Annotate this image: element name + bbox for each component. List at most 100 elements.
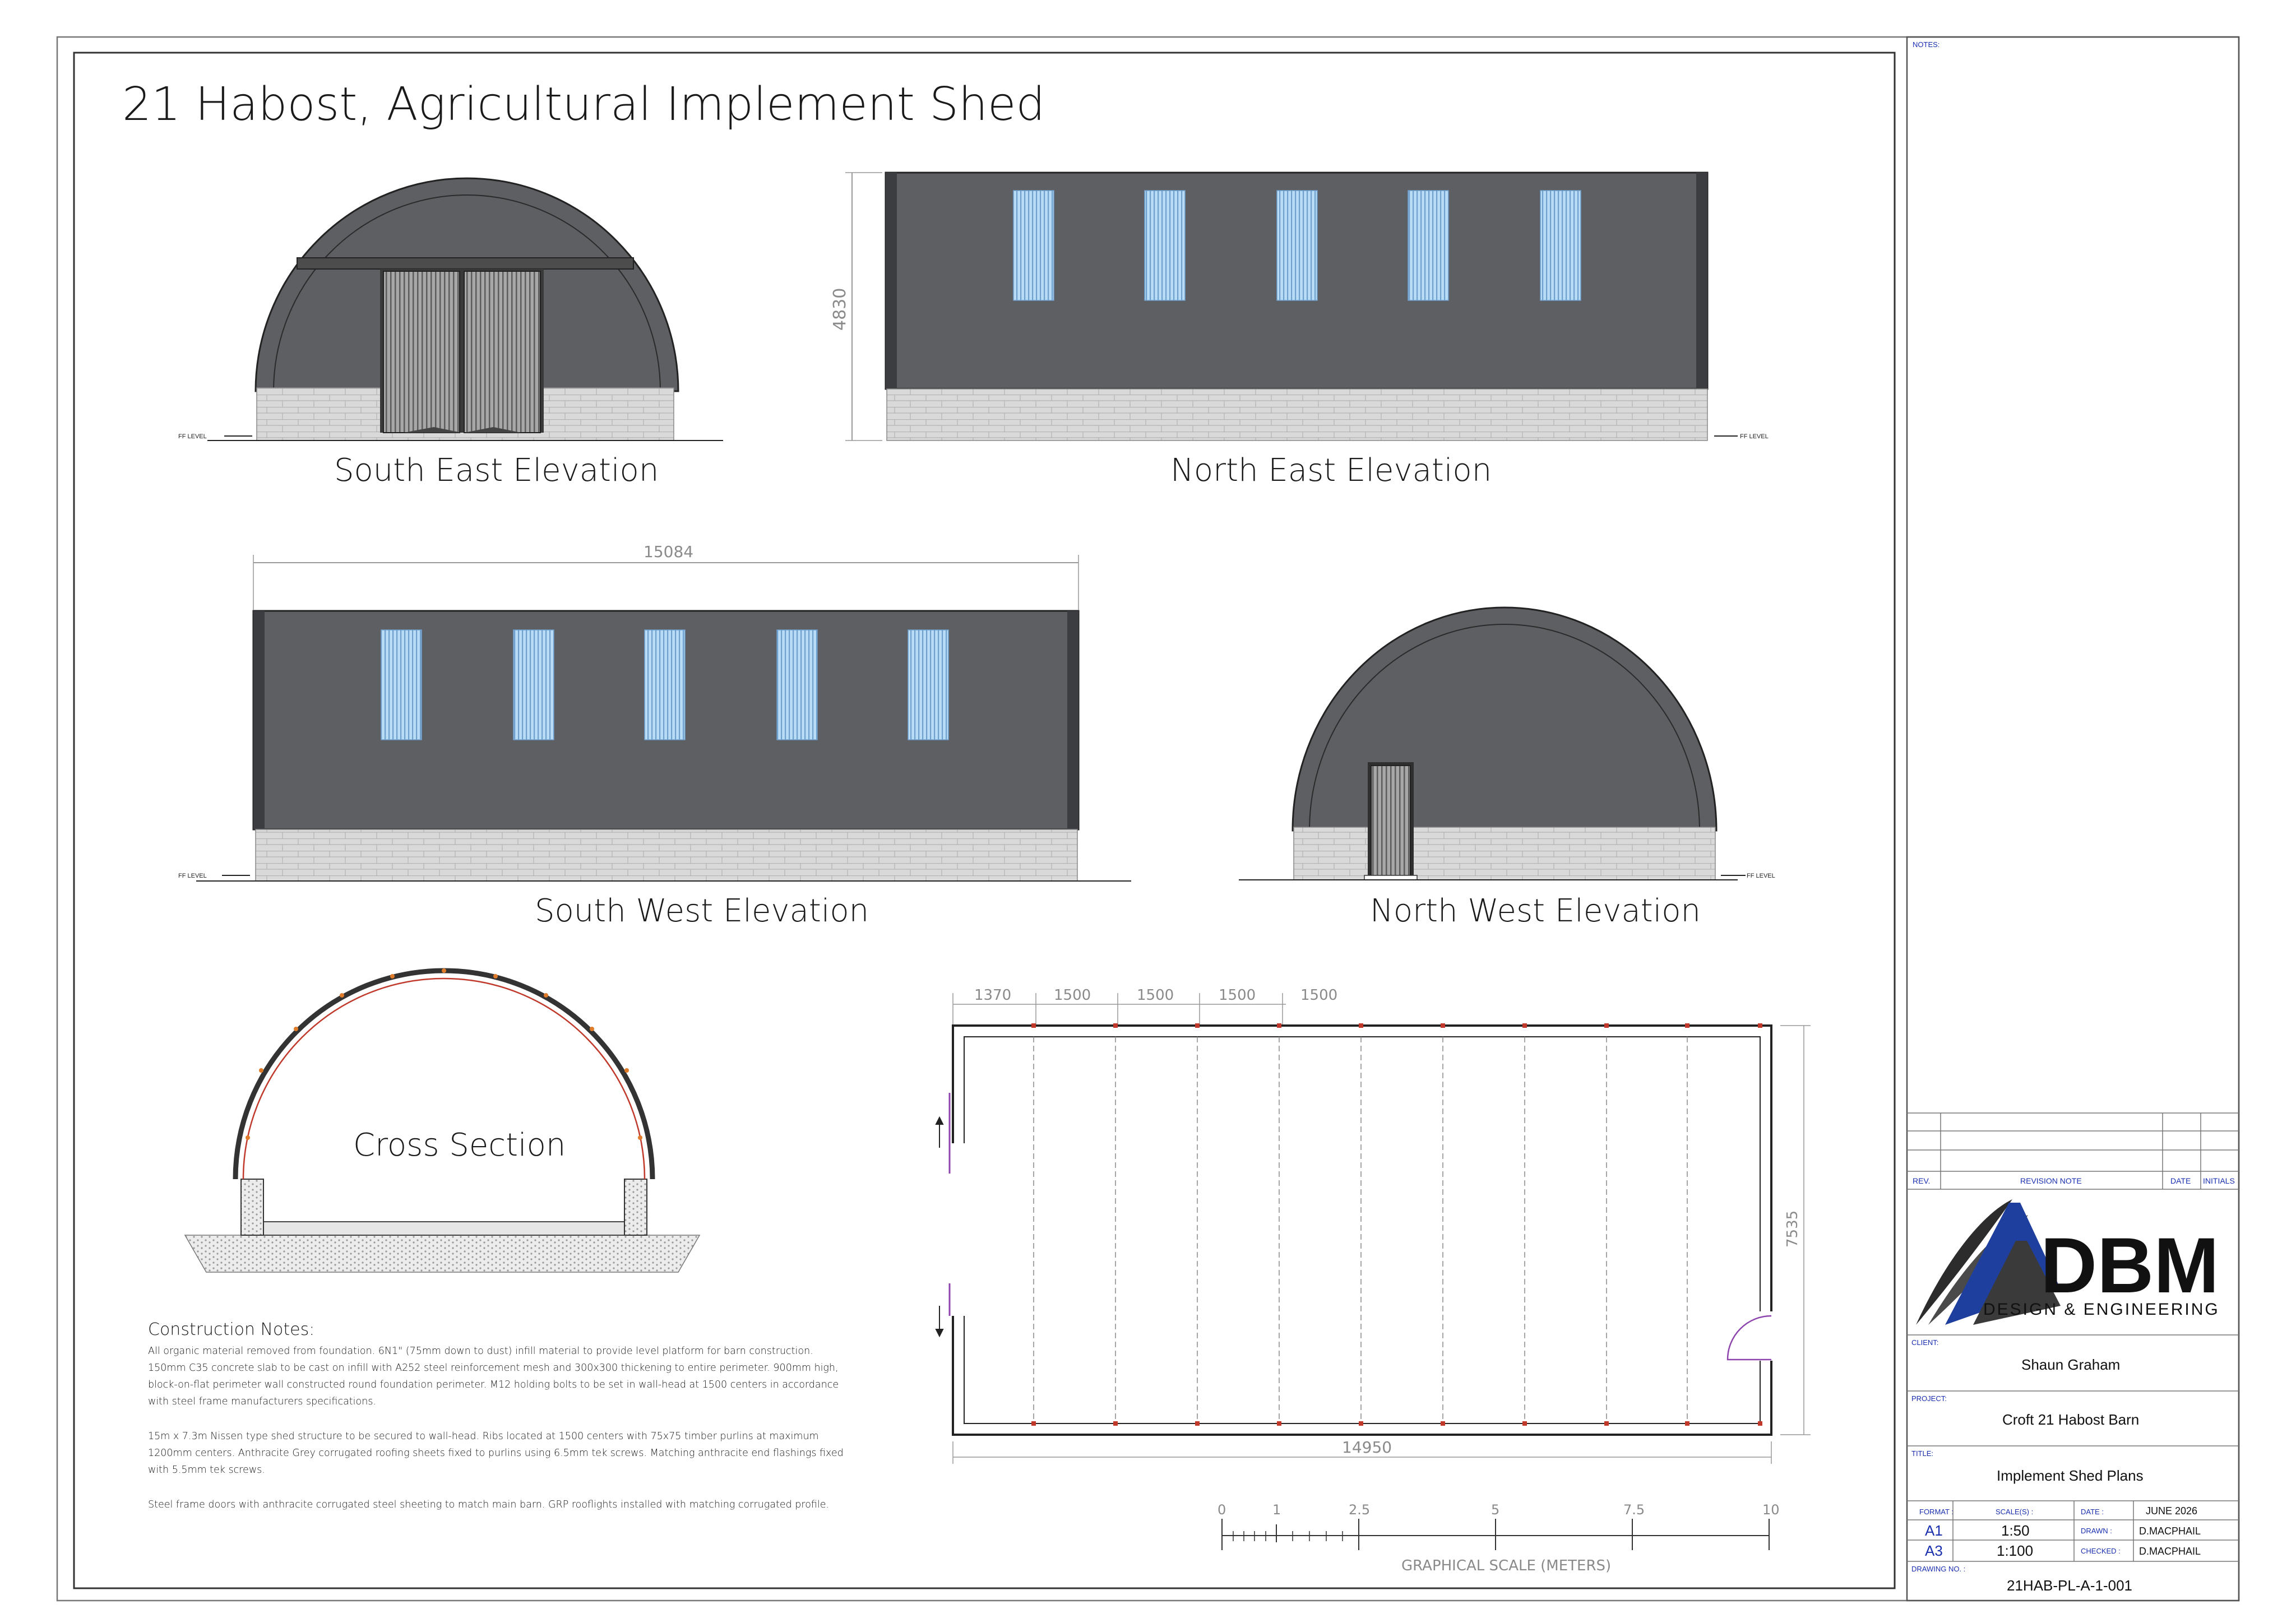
logo-text: DBM: [2040, 1221, 2219, 1309]
format-a1: A1: [1925, 1522, 1943, 1539]
length-dimension: [253, 555, 1079, 610]
ff-level-label: FF LEVEL: [1740, 433, 1769, 440]
date-label: DATE :: [2081, 1508, 2104, 1516]
personnel-door-swing: [1726, 1315, 1772, 1361]
note-line: 150mm C35 concrete slab to be cast on in…: [148, 1362, 839, 1374]
north-west-elevation-label: North West Elevation: [1370, 893, 1701, 929]
ff-level-marker-right: FF LEVEL: [1721, 873, 1775, 879]
inner-wall: [964, 1036, 1761, 1424]
scale-tick-label: 10: [1762, 1502, 1780, 1518]
brick-base: [1293, 827, 1716, 880]
height-dimension-label: 4830: [830, 288, 850, 331]
note-line: 1200mm centers. Anthracite Grey corrugat…: [148, 1448, 844, 1459]
door-step: [1364, 875, 1418, 880]
purlins: [246, 968, 642, 1140]
north-east-elevation-label: North East Elevation: [1170, 452, 1492, 489]
sliding-door-right: [464, 271, 541, 433]
bay-dim-label: 1500: [1300, 987, 1337, 1004]
format-label: FORMAT :: [1919, 1508, 1954, 1516]
rev-header: REV.: [1913, 1176, 1930, 1185]
bay-dim-label: 1500: [1219, 987, 1256, 1004]
rib-lines: [1033, 1037, 1688, 1423]
drawn-by: D.MACPHAIL: [2139, 1525, 2201, 1537]
ff-level-marker-left: FF LEVEL: [178, 433, 252, 440]
rooflight: [513, 629, 554, 740]
plan-length-label: 14950: [1342, 1438, 1392, 1457]
logo-tagline: DESIGN & ENGINEERING: [1983, 1300, 2220, 1319]
south-east-elevation: FF LEVEL: [178, 177, 723, 441]
door-lintel: [297, 257, 634, 270]
title-label: TITLE:: [1911, 1449, 1933, 1458]
checked-by: D.MACPHAIL: [2139, 1546, 2201, 1557]
rooflight: [1276, 190, 1318, 301]
rooflight: [776, 629, 818, 740]
client-name: Shaun Graham: [2021, 1356, 2120, 1373]
length-dimension-label: 15084: [644, 542, 693, 561]
note-line: with steel frame manufacturers specifica…: [148, 1396, 376, 1407]
cross-section: [184, 968, 701, 1273]
drawing-number: 21HAB-PL-A-1-001: [2007, 1577, 2132, 1594]
revision-note-header: REVISION NOTE: [2020, 1176, 2082, 1185]
initials-header: INITIALS: [2203, 1176, 2235, 1185]
notes-heading: Construction Notes:: [148, 1320, 314, 1339]
bay-dim-label: 1500: [1137, 987, 1174, 1004]
rooflight: [644, 629, 686, 740]
north-west-elevation: FF LEVEL: [1239, 606, 1775, 880]
note-line: Steel frame doors with anthracite corrug…: [148, 1499, 829, 1510]
note-line: 15m x 7.3m Nissen type shed structure to…: [148, 1431, 819, 1442]
roof-arch: [1292, 606, 1718, 832]
sliding-door-left: [383, 271, 460, 433]
notes-label: NOTES:: [1913, 40, 1939, 49]
format-a3: A3: [1925, 1542, 1943, 1559]
scale-tick-label: 0: [1218, 1502, 1226, 1518]
checked-label: CHECKED :: [2081, 1547, 2121, 1555]
ff-level-label: FF LEVEL: [178, 433, 207, 440]
bay-dim-label: 1370: [974, 987, 1011, 1004]
perimeter-wall-right: [624, 1179, 647, 1236]
south-east-elevation-label: South East Elevation: [334, 452, 659, 489]
drawing-title: 21 Habost, Agricultural Implement Shed: [122, 78, 1045, 131]
personnel-door: [1371, 765, 1411, 877]
outer-wall: [952, 1024, 1772, 1436]
scale-a1: 1:50: [2001, 1522, 2030, 1539]
ff-level-marker-right: FF LEVEL: [1714, 433, 1769, 440]
project-label: PROJECT:: [1911, 1394, 1947, 1403]
south-west-elevation: 15084 FF LEVEL: [178, 542, 1131, 882]
date-value: JUNE 2026: [2146, 1505, 2197, 1517]
perimeter-wall-left: [240, 1179, 264, 1236]
title-block: NOTES: REV. REVISION NOTE DATE INITIALS …: [1907, 40, 2239, 1594]
end-flashing-left: [253, 611, 265, 829]
scale-tick-label: 1: [1272, 1502, 1281, 1518]
floor-plan: 1370 1500 1500 1500 1500 7535 14950: [935, 987, 1811, 1464]
end-flashing-left: [886, 173, 897, 389]
rooflight: [1013, 190, 1054, 301]
ff-level-label: FF LEVEL: [178, 873, 207, 879]
ff-level-marker-left: FF LEVEL: [178, 873, 250, 879]
end-flashing-right: [1067, 611, 1078, 829]
rooflight: [1144, 190, 1186, 301]
concrete-slab: [240, 1221, 647, 1236]
rooflight: [908, 629, 949, 740]
end-flashing-right: [1696, 173, 1707, 389]
sheet-title: Implement Shed Plans: [1997, 1467, 2144, 1484]
bay-dim-label: 1500: [1054, 987, 1091, 1004]
drawn-label: DRAWN :: [2081, 1527, 2112, 1535]
drawing-no-label: DRAWING NO. :: [1911, 1565, 1965, 1573]
slide-arrows: [935, 1116, 944, 1338]
rooflight: [381, 629, 422, 740]
scale-tick-label: 5: [1491, 1502, 1499, 1518]
date-header: DATE: [2170, 1176, 2191, 1185]
rooflight: [1540, 190, 1581, 301]
scale-tick-label: 2.5: [1349, 1502, 1370, 1518]
height-dimension: [845, 172, 882, 441]
north-east-elevation: 4830 FF LEVEL: [830, 171, 1769, 441]
ff-level-label: FF LEVEL: [1747, 873, 1775, 879]
note-line: block-on-flat perimeter wall constructed…: [148, 1379, 839, 1390]
brick-base: [886, 388, 1708, 441]
dbm-logo: DBM DESIGN & ENGINEERING: [1916, 1199, 2220, 1325]
width-dimension-label: 7535: [1784, 1211, 1801, 1248]
rib-bolts: [1031, 1023, 1762, 1426]
drawing-sheet: 21 Habost, Agricultural Implement Shed F…: [56, 36, 2240, 1602]
gravel-sub-base: [184, 1235, 701, 1273]
cross-section-label: Cross Section: [353, 1127, 566, 1163]
